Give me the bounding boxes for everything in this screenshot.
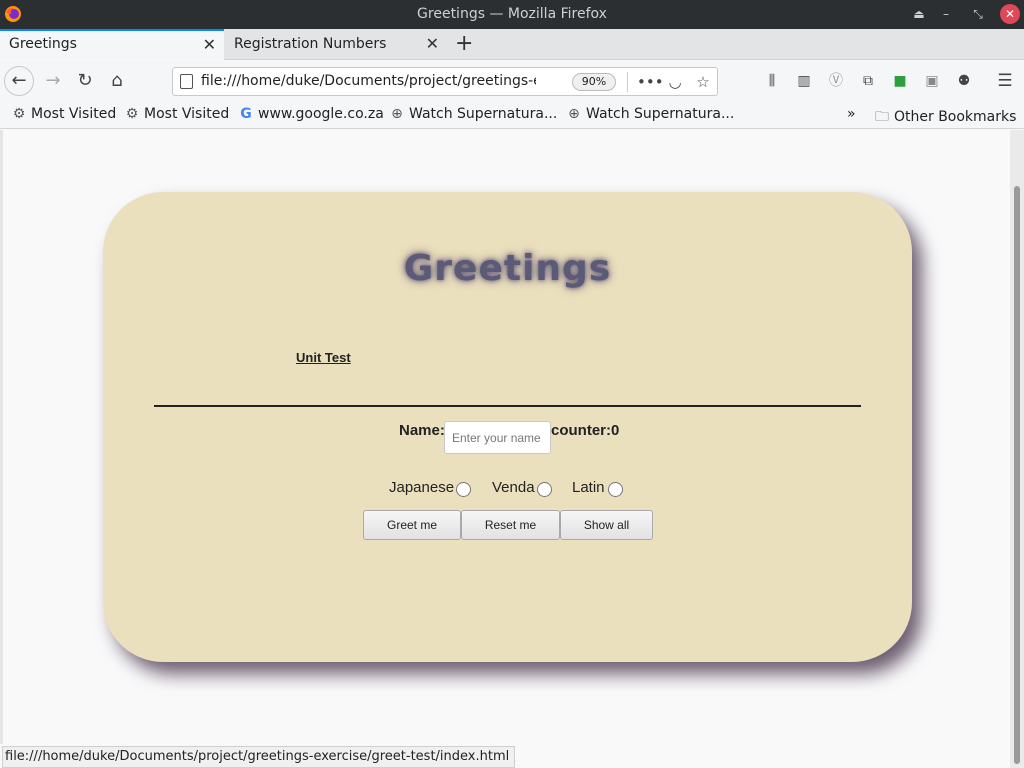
- home-icon[interactable]: ⌂: [105, 69, 129, 93]
- reset-button[interactable]: Reset me: [461, 510, 560, 540]
- bookmark-item[interactable]: ⚙ Most Visited: [11, 106, 117, 122]
- tab-label: Greetings: [9, 36, 77, 52]
- status-bar: file:///home/duke/Documents/project/gree…: [2, 746, 516, 768]
- maximize-button[interactable]: ⤡: [968, 4, 988, 24]
- globe-icon: ⊕: [568, 106, 580, 122]
- minimize-button[interactable]: –: [936, 4, 956, 24]
- other-bookmarks[interactable]: 🗀 Other Bookmarks: [874, 106, 1016, 130]
- language-label-venda: Venda: [492, 479, 535, 496]
- name-label: Name:: [399, 422, 445, 439]
- divider: [627, 72, 628, 92]
- new-tab-button[interactable]: +: [455, 33, 473, 55]
- extension-u-icon[interactable]: ■: [889, 70, 911, 92]
- library-icon[interactable]: ⫼: [761, 70, 783, 92]
- gear-icon: ⚙: [12, 106, 26, 122]
- screenshot-icon[interactable]: ⧉: [857, 70, 879, 92]
- reload-icon[interactable]: ↻: [73, 69, 97, 93]
- bookmark-item[interactable]: ⚙ Most Visited: [124, 106, 230, 122]
- extension-image-icon[interactable]: ▣: [921, 70, 943, 92]
- chevron-more-icon[interactable]: »: [847, 106, 856, 122]
- divider: [154, 405, 861, 407]
- page-content: Greetings Unit Test Name: counter:0 Japa…: [0, 130, 1010, 744]
- bookmark-item[interactable]: Gwww.google.co.za: [238, 106, 384, 122]
- tab-registration-numbers[interactable]: Registration Numbers ✕: [225, 29, 447, 60]
- url-bar[interactable]: file:///home/duke/Documents/project/gree…: [172, 67, 718, 96]
- language-label-latin: Latin: [572, 479, 605, 496]
- bookmarks-bar: ⚙ Most Visited ⚙ Most Visited Gwww.google.…: [0, 101, 1024, 129]
- tab-greetings[interactable]: Greetings ✕: [0, 29, 224, 60]
- show-all-button[interactable]: Show all: [560, 510, 653, 540]
- greetings-card: Greetings Unit Test Name: counter:0 Japa…: [103, 192, 912, 662]
- eject-icon[interactable]: ⏏: [909, 4, 929, 24]
- greet-button[interactable]: Greet me: [363, 510, 461, 540]
- zoom-indicator[interactable]: 90%: [572, 73, 616, 91]
- tab-label: Registration Numbers: [234, 36, 387, 52]
- radio-latin[interactable]: [608, 482, 623, 497]
- folder-icon: 🗀: [875, 109, 889, 125]
- close-icon[interactable]: ✕: [203, 31, 216, 58]
- close-icon[interactable]: ✕: [426, 29, 439, 59]
- google-icon: G: [240, 106, 252, 122]
- scrollbar-thumb[interactable]: [1014, 186, 1020, 764]
- pocket-icon[interactable]: ◡: [665, 72, 685, 92]
- bookmark-item[interactable]: ⊕ Watch Supernatura...: [389, 106, 557, 122]
- navigation-bar: ← → ↻ ⌂ file:///home/duke/Documents/proj…: [0, 61, 1024, 101]
- url-text[interactable]: file:///home/duke/Documents/project/gree…: [201, 73, 536, 89]
- page-title: Greetings: [403, 248, 612, 289]
- bookmark-star-icon[interactable]: ☆: [693, 72, 713, 92]
- window-close-button[interactable]: ✕: [1000, 4, 1020, 24]
- vertical-scrollbar[interactable]: [1010, 130, 1024, 768]
- hamburger-menu-icon[interactable]: ☰: [994, 70, 1016, 92]
- bookmark-item[interactable]: ⊕ Watch Supernatura...: [566, 106, 734, 122]
- window-title-bar: Greetings — Mozilla Firefox ⏏ – ⤡ ✕: [0, 0, 1024, 29]
- name-input[interactable]: [444, 421, 551, 454]
- language-label-japanese: Japanese: [389, 479, 455, 496]
- globe-icon: ⊕: [391, 106, 403, 122]
- extension-v-icon[interactable]: Ⓥ: [825, 70, 847, 92]
- gear-icon: ⚙: [125, 106, 139, 122]
- more-actions-icon[interactable]: •••: [637, 72, 664, 92]
- radio-venda[interactable]: [537, 482, 552, 497]
- forward-arrow-icon[interactable]: →: [41, 69, 65, 93]
- back-arrow-icon[interactable]: ←: [7, 69, 31, 93]
- extension-dots-icon[interactable]: ⚉: [953, 70, 975, 92]
- window-title: Greetings — Mozilla Firefox: [417, 6, 607, 22]
- radio-japanese[interactable]: [456, 482, 471, 497]
- unit-test-link[interactable]: Unit Test: [296, 350, 351, 365]
- page-icon: [180, 74, 193, 89]
- sidebar-icon[interactable]: ▥: [793, 70, 815, 92]
- counter-display: counter:0: [551, 422, 620, 439]
- tab-bar: Greetings ✕ Registration Numbers ✕: [0, 29, 1024, 60]
